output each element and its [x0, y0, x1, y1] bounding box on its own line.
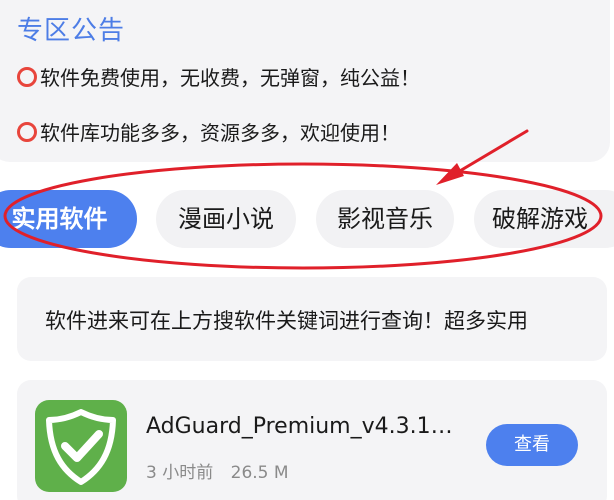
announcement-line: 软件免费使用，无收费，无弹窗，纯公益！: [17, 62, 420, 91]
circle-bullet-icon: [17, 66, 37, 87]
page: 专区公告 软件免费使用，无收费，无弹窗，纯公益！ 软件库功能多多，资源多多，欢迎…: [0, 0, 614, 500]
search-tip-text: 软件进来可在上方搜软件关键词进行查询！超多实用: [45, 309, 528, 333]
announcement-text: 软件免费使用，无收费，无弹窗，纯公益！: [40, 66, 420, 90]
announcement-title: 专区公告: [17, 16, 126, 46]
red-annotation-arrowhead: [436, 163, 464, 185]
search-tip-banner: 软件进来可在上方搜软件关键词进行查询！超多实用: [17, 277, 607, 361]
adguard-shield-icon: [35, 400, 127, 492]
tab-comics-novels[interactable]: 漫画小说: [156, 190, 296, 248]
app-meta: 3 小时前 26.5 M: [146, 458, 301, 483]
announcement-line: 软件库功能多多，资源多多，欢迎使用！: [17, 117, 400, 146]
tab-cracked-games[interactable]: 破解游戏: [474, 190, 614, 248]
app-name: AdGuard_Premium_v4.3.1…: [146, 414, 453, 439]
app-updated-time: 3 小时前: [146, 463, 214, 483]
circle-bullet-icon: [17, 121, 37, 142]
app-list-item[interactable]: AdGuard_Premium_v4.3.1… 3 小时前 26.5 M 查看: [17, 380, 607, 500]
category-tabs: 实用软件 漫画小说 影视音乐 破解游戏: [0, 190, 614, 248]
tab-video-music[interactable]: 影视音乐: [316, 190, 454, 248]
tab-utility-software[interactable]: 实用软件: [0, 190, 137, 248]
app-file-size: 26.5 M: [230, 463, 289, 483]
view-button[interactable]: 查看: [486, 424, 578, 466]
announcement-text: 软件库功能多多，资源多多，欢迎使用！: [40, 121, 400, 145]
